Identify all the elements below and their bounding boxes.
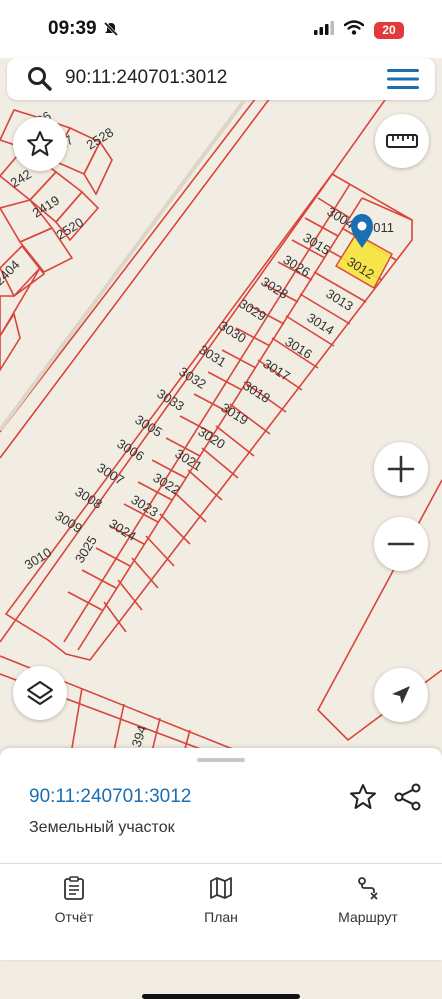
share-button[interactable] <box>393 782 423 817</box>
ruler-button[interactable] <box>375 114 429 168</box>
parcel-divider <box>131 557 159 589</box>
search-bar[interactable]: 90:11:240701:3012 <box>7 58 435 100</box>
my-location-button[interactable] <box>374 668 428 722</box>
parcel-label: 394 <box>129 724 150 749</box>
navigation-arrow-icon <box>392 686 410 704</box>
star-icon <box>350 784 376 809</box>
parcel-label: 3018 <box>240 378 272 406</box>
parcel-label: 2528 <box>84 124 116 152</box>
parcel-label: 3025 <box>72 533 100 565</box>
ruler-icon <box>386 134 418 148</box>
battery-indicator: 20 <box>374 21 404 39</box>
mute-bell-icon <box>103 21 119 42</box>
status-indicators: 20 <box>314 20 404 40</box>
parcel-divider <box>187 469 223 501</box>
zoom-out-button[interactable] <box>374 517 428 571</box>
parcel-label: 3026 <box>280 252 312 280</box>
parcel-type: Земельный участок <box>29 819 175 836</box>
clipboard-icon <box>64 876 84 900</box>
parcel-number[interactable]: 90:11:240701:3012 <box>29 786 191 808</box>
parcel-divider <box>117 579 143 611</box>
nav-report[interactable]: Отчёт <box>14 876 134 925</box>
parcel-label: 3006 <box>114 436 146 464</box>
parcel <box>0 311 21 372</box>
parcel-label: 3029 <box>236 296 268 324</box>
parcel-divider <box>201 447 239 479</box>
parcel-label: 2419 <box>30 192 62 220</box>
route-icon <box>358 877 378 900</box>
minus-icon <box>387 542 415 546</box>
search-icon[interactable] <box>27 66 53 97</box>
nav-plan-label: План <box>204 909 238 925</box>
parcel-label: 3024 <box>106 516 138 544</box>
parcel-divider <box>207 371 243 391</box>
search-input[interactable]: 90:11:240701:3012 <box>65 67 227 89</box>
parcel-divider <box>159 513 191 545</box>
layers-button[interactable] <box>13 666 67 720</box>
map-icon <box>210 877 232 899</box>
parcel-label: 3028 <box>258 274 290 302</box>
parcel-divider <box>145 535 175 567</box>
cadastral-map[interactable]: 2528 2419 2520 2404 242 27 26 394 300430… <box>0 100 442 760</box>
parcel-label: 242 <box>8 166 34 190</box>
parcel-label: 3030 <box>216 318 248 346</box>
favorite-map-button[interactable] <box>13 117 67 171</box>
cellular-signal-icon <box>314 20 334 40</box>
parcel-label: 3007 <box>94 460 126 488</box>
status-bar: 09:39 20 <box>0 0 442 58</box>
star-icon <box>27 131 53 156</box>
parcel-label: 3020 <box>195 424 227 452</box>
home-indicator <box>142 994 300 999</box>
parcel-label: 3033 <box>154 386 186 414</box>
layers-icon <box>27 681 53 705</box>
menu-icon[interactable] <box>387 67 419 96</box>
wifi-icon <box>343 20 365 40</box>
parcel <box>83 140 113 196</box>
parcel-divider <box>361 197 413 221</box>
parcel-label: 3013 <box>323 286 355 314</box>
map-canvas[interactable]: 2528 2419 2520 2404 242 27 26 394 300430… <box>0 100 442 760</box>
nav-route[interactable]: Маршрут <box>308 876 428 925</box>
parcel-divider <box>63 183 351 643</box>
parcel-label: 3016 <box>282 334 314 362</box>
status-time: 09:39 <box>48 18 97 39</box>
nav-route-label: Маршрут <box>338 909 398 925</box>
parcel-divider <box>173 491 207 523</box>
parcel-label: 2404 <box>0 257 23 288</box>
parcel-label: 3019 <box>218 400 250 428</box>
zoom-in-button[interactable] <box>374 442 428 496</box>
parcel-info-sheet: 90:11:240701:3012 Земельный участок Отчё… <box>0 748 442 999</box>
plus-icon <box>387 455 415 483</box>
favorite-button[interactable] <box>348 782 378 817</box>
parcel-label: 3031 <box>196 342 228 370</box>
share-icon <box>394 783 421 811</box>
parcel-label: 3010 <box>22 544 54 572</box>
sheet-drag-handle[interactable] <box>197 758 245 762</box>
nav-plan[interactable]: План <box>161 876 281 925</box>
divider <box>0 863 442 864</box>
nav-report-label: Отчёт <box>54 909 94 925</box>
parcel-label: 3009 <box>52 508 84 536</box>
